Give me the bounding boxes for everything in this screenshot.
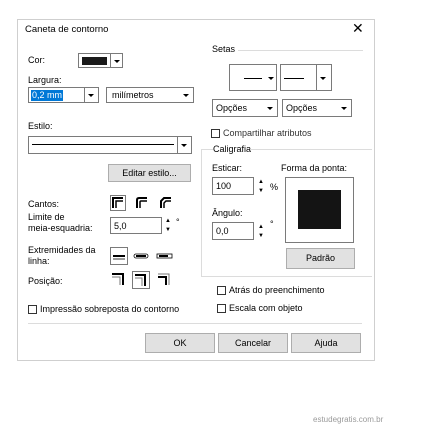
spin-down-icon[interactable]: ▼: [256, 187, 266, 196]
corner-bevel-icon: [160, 197, 171, 208]
cap-round-icon: [133, 253, 149, 259]
width-dropdown-arrow[interactable]: [84, 88, 98, 102]
arrows-group-divider: [238, 50, 363, 51]
calligraphy-top-border-left: [201, 149, 213, 150]
color-swatch: [82, 57, 107, 65]
arrow-line-preview: [284, 78, 304, 79]
scale-with-object-checkbox[interactable]: [217, 304, 226, 313]
dialog-title: Caneta de contorno: [25, 24, 109, 35]
color-dropdown[interactable]: [111, 53, 123, 68]
spin-up-icon[interactable]: ▲: [256, 178, 266, 187]
start-arrow-select[interactable]: [229, 64, 277, 91]
stretch-value: 100: [216, 181, 232, 191]
outline-pen-dialog: Caneta de contorno ✕ Cor: Largura: 0,2 m…: [17, 19, 375, 361]
arrow-options-left-label: Opções: [216, 103, 248, 113]
spin-up-icon[interactable]: ▲: [256, 223, 266, 232]
spin-up-icon[interactable]: ▲: [163, 217, 173, 226]
ok-button[interactable]: OK: [145, 333, 215, 353]
width-label: Largura:: [28, 75, 62, 85]
style-label: Estilo:: [28, 121, 53, 131]
corners-label: Cantos:: [28, 199, 60, 209]
style-dropdown-arrow[interactable]: [177, 137, 191, 153]
stretch-spinner[interactable]: ▲ ▼: [256, 178, 266, 195]
miter-limit-input[interactable]: 5,0: [110, 217, 162, 234]
share-attributes-label: Compartilhar atributos: [223, 128, 312, 138]
angle-spinner[interactable]: ▲ ▼: [256, 223, 266, 240]
scale-with-object-label: Escala com objeto: [229, 303, 303, 313]
corner-miter-icon: [110, 195, 126, 211]
nib-square-shape: [298, 190, 341, 229]
calligraphy-bottom-border: [201, 276, 372, 277]
color-label: Cor:: [28, 55, 46, 65]
footer-divider: [28, 323, 362, 324]
arrow-line-preview: [244, 78, 262, 79]
angle-unit: °: [270, 219, 274, 229]
position-center-icon: [132, 271, 150, 289]
miter-limit-unit: °: [176, 217, 180, 227]
behind-fill-label: Atrás do preenchimento: [229, 285, 325, 295]
calligraphy-top-border: [250, 149, 372, 150]
spin-down-icon[interactable]: ▼: [163, 226, 173, 235]
calligraphy-left-border: [201, 149, 203, 276]
unit-dropdown-arrow: [180, 88, 193, 102]
width-unit-select[interactable]: milímetros: [106, 87, 194, 103]
corner-round-icon: [136, 197, 147, 208]
chevron-down-icon: [268, 76, 274, 80]
behind-fill-checkbox[interactable]: [217, 286, 226, 295]
cap-butt-icon: [110, 247, 128, 265]
arrow-options-right[interactable]: Opções: [282, 99, 352, 117]
position-outside-icon: [112, 273, 124, 285]
chevron-down-icon: [341, 107, 347, 110]
spin-down-icon[interactable]: ▼: [256, 232, 266, 241]
cap-square-icon: [156, 253, 173, 259]
angle-value: 0,0: [216, 226, 229, 236]
line-caps-label-line2: linha:: [28, 256, 50, 266]
color-picker[interactable]: [78, 53, 111, 68]
miter-limit-label: Limite de: [28, 212, 65, 222]
watermark-text: estudegratis.com.br: [313, 415, 384, 424]
cancel-button[interactable]: Cancelar: [218, 333, 288, 353]
angle-input[interactable]: 0,0: [212, 222, 254, 240]
chevron-down-icon: [181, 144, 187, 147]
chevron-down-icon: [267, 107, 273, 110]
stretch-label: Esticar:: [212, 163, 243, 173]
miter-limit-spinner[interactable]: ▲ ▼: [163, 217, 173, 234]
end-arrow-select[interactable]: [280, 64, 332, 91]
position-buttons: [112, 271, 170, 289]
arrow-options-left[interactable]: Opções: [212, 99, 278, 117]
edit-style-button[interactable]: Editar estilo...: [108, 164, 191, 182]
default-nib-button[interactable]: Padrão: [286, 248, 355, 269]
stretch-input[interactable]: 100: [212, 177, 254, 195]
position-inside-icon: [158, 273, 170, 285]
chevron-down-icon: [88, 94, 94, 97]
angle-label: Ângulo:: [212, 208, 243, 218]
miter-limit-label-line2: meia-esquadria:: [28, 223, 93, 233]
close-icon[interactable]: ✕: [352, 21, 364, 35]
overprint-label: Impressão sobreposta do contorno: [40, 304, 180, 314]
help-button[interactable]: Ajuda: [291, 333, 361, 353]
calligraphy-group-label: Caligrafia: [213, 144, 252, 154]
solid-line-preview: [32, 144, 174, 145]
chevron-down-icon: [183, 94, 189, 97]
miter-limit-value: 5,0: [114, 221, 127, 231]
position-label: Posição:: [28, 276, 63, 286]
line-cap-buttons: [110, 247, 173, 265]
arrow-options-right-label: Opções: [286, 103, 318, 113]
end-arrow-dropdown[interactable]: [316, 65, 331, 90]
corner-buttons: [110, 195, 171, 211]
nib-shape-label: Forma da ponta:: [281, 163, 348, 173]
chevron-down-icon: [320, 76, 326, 80]
stretch-unit: %: [270, 182, 279, 192]
nib-shape-preview[interactable]: [285, 177, 354, 243]
width-input[interactable]: 0,2 mm: [28, 87, 99, 103]
overprint-checkbox[interactable]: [28, 305, 37, 314]
width-unit-value: milímetros: [112, 90, 154, 100]
chevron-down-icon: [114, 59, 120, 63]
arrows-group-label: Setas: [212, 44, 236, 54]
share-attributes-checkbox[interactable]: [211, 129, 220, 138]
width-value: 0,2 mm: [31, 90, 64, 101]
line-style-select[interactable]: [28, 136, 192, 154]
line-caps-label: Extremidades da: [28, 245, 96, 255]
